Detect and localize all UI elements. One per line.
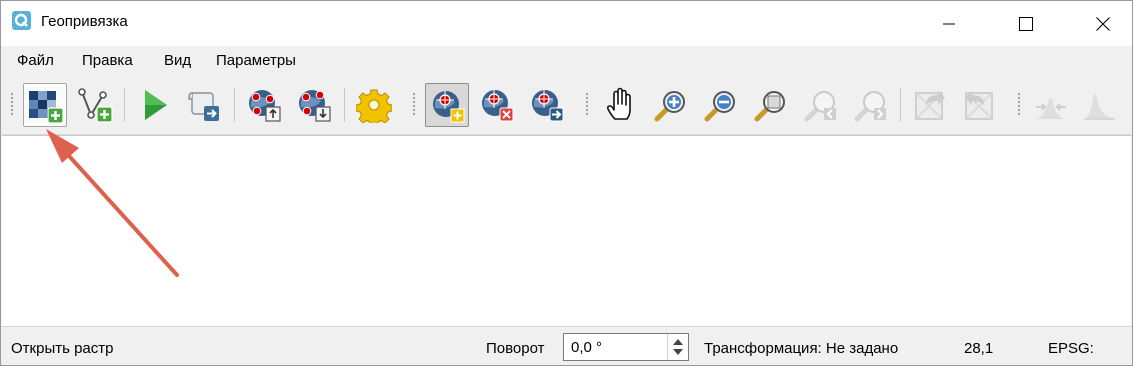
zoom-next-button[interactable]	[849, 83, 893, 127]
generate-script-button[interactable]	[182, 83, 226, 127]
toolbar-grip[interactable]	[585, 92, 589, 116]
add-point-button[interactable]	[425, 83, 469, 127]
zoom-next-icon	[854, 91, 886, 122]
link-qgis-button[interactable]	[958, 83, 1002, 127]
status-message: Открыть растр	[11, 340, 114, 357]
zoom-out-icon	[704, 91, 735, 122]
move-point-button[interactable]	[525, 83, 569, 127]
menu-bar: Файл Правка Вид Параметры	[1, 46, 1132, 76]
zoom-out-button[interactable]	[699, 83, 743, 127]
georeferencer-window: Геопривязка Файл Правка Вид Параметры От…	[0, 0, 1133, 366]
close-icon	[1096, 17, 1110, 31]
menu-view[interactable]: Вид	[164, 52, 191, 69]
georeferencer-canvas[interactable]	[2, 135, 1131, 326]
window-title: Геопривязка	[41, 13, 128, 30]
maximize-icon	[1019, 17, 1033, 31]
open-raster-button[interactable]	[23, 83, 67, 127]
link-georef-to-qgis-icon	[915, 91, 945, 120]
rotation-stepper[interactable]	[667, 334, 688, 360]
toolbar	[1, 76, 1132, 135]
delete-point-button[interactable]	[475, 83, 519, 127]
minimize-button[interactable]	[926, 1, 972, 46]
spin-arrows-icon[interactable]	[668, 334, 688, 360]
full-histogram-button[interactable]	[1029, 83, 1073, 127]
full-histogram-stretch-icon	[1036, 98, 1066, 119]
link-georef-button[interactable]	[908, 83, 952, 127]
local-histogram-stretch-icon	[1084, 94, 1115, 120]
toolbar-separator	[900, 88, 901, 122]
zoom-in-icon	[654, 91, 685, 122]
save-gcp-button[interactable]	[292, 83, 336, 127]
toolbar-grip[interactable]	[1017, 92, 1021, 116]
load-gcp-button[interactable]	[242, 83, 286, 127]
rotation-spinbox[interactable]: 0,0 °	[563, 333, 689, 361]
maximize-button[interactable]	[1003, 1, 1049, 46]
zoom-last-button[interactable]	[799, 83, 843, 127]
toolbar-grip[interactable]	[10, 92, 14, 116]
add-vector-icon	[78, 88, 113, 123]
link-qgis-to-georef-icon	[965, 91, 993, 120]
zoom-in-button[interactable]	[649, 83, 693, 127]
open-raster-icon	[29, 91, 64, 124]
load-gcp-points-icon	[249, 90, 281, 122]
add-point-icon	[433, 91, 465, 123]
menu-file[interactable]: Файл	[17, 52, 54, 69]
qgis-app-icon	[12, 11, 31, 30]
gear-icon	[356, 89, 392, 123]
zoom-to-layer-icon	[754, 91, 785, 122]
menu-edit[interactable]: Правка	[82, 52, 133, 69]
epsg-label[interactable]: EPSG:	[1048, 340, 1094, 357]
rotation-label: Поворот	[486, 340, 545, 357]
toolbar-grip[interactable]	[412, 92, 416, 116]
delete-point-icon	[482, 90, 514, 122]
toolbar-separator	[124, 88, 125, 122]
toolbar-separator	[344, 88, 345, 122]
toolbar-separator	[234, 88, 235, 122]
minimize-icon	[943, 23, 955, 25]
start-georef-button[interactable]	[132, 83, 176, 127]
move-point-icon	[532, 90, 564, 122]
settings-button[interactable]	[352, 83, 396, 127]
hand-pan-icon	[606, 87, 631, 120]
local-histogram-button[interactable]	[1077, 83, 1121, 127]
add-vector-button[interactable]	[73, 83, 117, 127]
title-bar: Геопривязка	[1, 1, 1132, 46]
pan-button[interactable]	[599, 83, 643, 127]
rotation-value[interactable]: 0,0 °	[571, 339, 602, 356]
zoom-last-icon	[804, 91, 836, 122]
gdal-script-icon	[188, 92, 219, 121]
transform-status: Трансформация: Не задано	[704, 340, 899, 357]
coordinates-readout: 28,1	[964, 340, 994, 357]
close-button[interactable]	[1080, 1, 1126, 46]
menu-settings[interactable]: Параметры	[216, 52, 296, 69]
zoom-layer-button[interactable]	[749, 83, 793, 127]
save-gcp-points-icon	[299, 90, 331, 122]
play-icon	[145, 90, 167, 120]
status-bar: Открыть растр Поворот 0,0 ° Трансформаци…	[1, 326, 1132, 365]
